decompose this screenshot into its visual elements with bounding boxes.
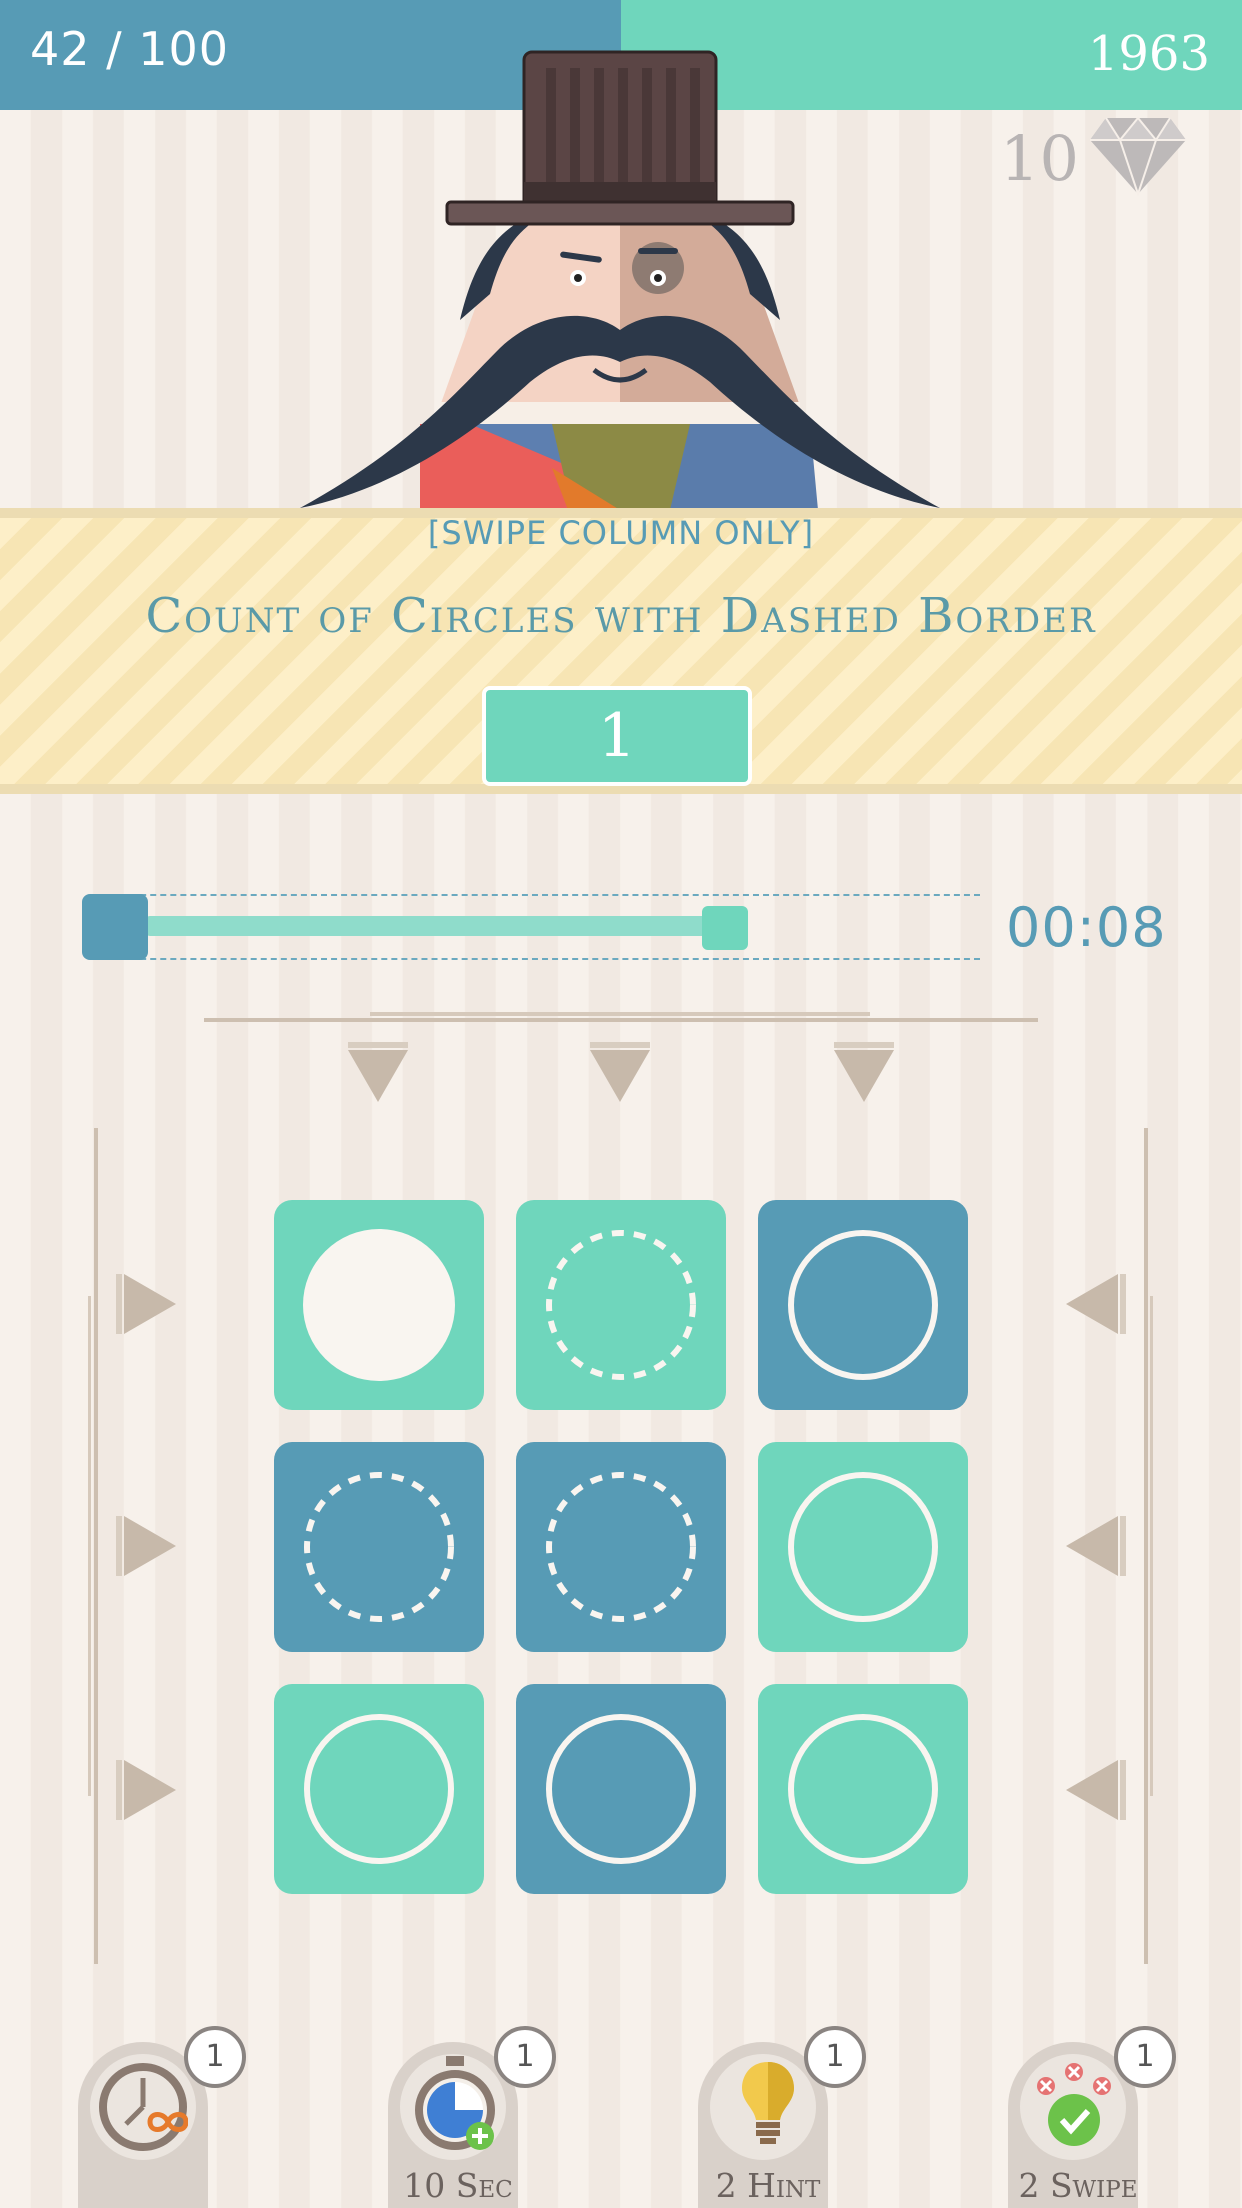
grid-tile[interactable] (758, 1442, 968, 1652)
grid-tile[interactable] (758, 1200, 968, 1410)
powerup-infinite-time[interactable]: 1 (48, 2022, 248, 2208)
rule-title: Count of Circles with Dashed Border (145, 588, 1097, 644)
powerup-count-badge: 1 (1114, 2026, 1176, 2088)
row-arrow-left-1[interactable] (1066, 1274, 1126, 1338)
row-rail-left (94, 1128, 98, 1964)
row-arrow-right-2[interactable] (116, 1516, 176, 1580)
column-rail (204, 1018, 1038, 1022)
circle-solid (546, 1714, 696, 1864)
timer-guide-top (100, 894, 980, 896)
circle-filled-white (303, 1229, 455, 1381)
swipe-check-icon (1037, 2063, 1111, 2146)
grid-tile[interactable] (516, 1200, 726, 1410)
column-rail-inner (370, 1012, 870, 1016)
column-arrow-down-2[interactable] (590, 1042, 650, 1106)
infinite-time-icon (99, 2063, 188, 2151)
row-rail-right (1144, 1128, 1148, 1964)
row-rail-right-inner (1150, 1296, 1153, 1796)
grid-tile[interactable] (274, 1200, 484, 1410)
grid-tile[interactable] (274, 1684, 484, 1894)
circle-solid (304, 1714, 454, 1864)
timer-handle (82, 894, 148, 960)
powerup-label: 2 Swipe (1018, 2166, 1138, 2205)
answer-box[interactable]: 1 (482, 686, 752, 786)
score: 1963 (1087, 26, 1210, 82)
circle-dashed (304, 1472, 454, 1622)
stopwatch-plus-icon (415, 2056, 495, 2150)
lightbulb-icon (742, 2062, 794, 2144)
circle-solid (788, 1714, 938, 1864)
circle-dashed (546, 1230, 696, 1380)
grid-tile[interactable] (516, 1684, 726, 1894)
gentleman-character (290, 48, 950, 514)
puzzle-grid (274, 1200, 968, 1894)
column-arrow-down-1[interactable] (348, 1042, 408, 1106)
timer-text: 00:08 (1006, 896, 1167, 959)
gem-count: 10 (1000, 122, 1079, 195)
grid-tile[interactable] (758, 1684, 968, 1894)
row-arrow-left-2[interactable] (1066, 1516, 1126, 1580)
level-progress: 42 / 100 (30, 22, 230, 76)
powerup-label: 2 Hint (715, 2166, 821, 2205)
row-arrow-right-3[interactable] (116, 1760, 176, 1824)
row-rail-left-inner (88, 1296, 91, 1796)
powerup-count-badge: 1 (494, 2026, 556, 2088)
diamond-icon (1090, 116, 1186, 200)
timer-guide-bottom (100, 958, 980, 960)
powerup-count-badge: 1 (184, 2026, 246, 2088)
powerup-count-badge: 1 (804, 2026, 866, 2088)
circle-dashed (546, 1472, 696, 1622)
grid-tile[interactable] (274, 1442, 484, 1652)
grid-tile[interactable] (516, 1442, 726, 1652)
rule-hint: [SWIPE COLUMN ONLY] (427, 514, 815, 552)
circle-solid (788, 1472, 938, 1622)
timer-bar (146, 916, 748, 936)
timer-bar-end (702, 906, 748, 950)
column-arrow-down-3[interactable] (834, 1042, 894, 1106)
powerup-label: 10 Sec (403, 2166, 513, 2205)
row-arrow-right-1[interactable] (116, 1274, 176, 1338)
powerup-10-sec[interactable]: 1 10 Sec (358, 2022, 558, 2208)
circle-solid (788, 1230, 938, 1380)
powerup-2-hint[interactable]: 1 2 Hint (668, 2022, 868, 2208)
row-arrow-left-3[interactable] (1066, 1760, 1126, 1824)
powerup-2-swipe[interactable]: 1 2 Swipe (978, 2022, 1178, 2208)
